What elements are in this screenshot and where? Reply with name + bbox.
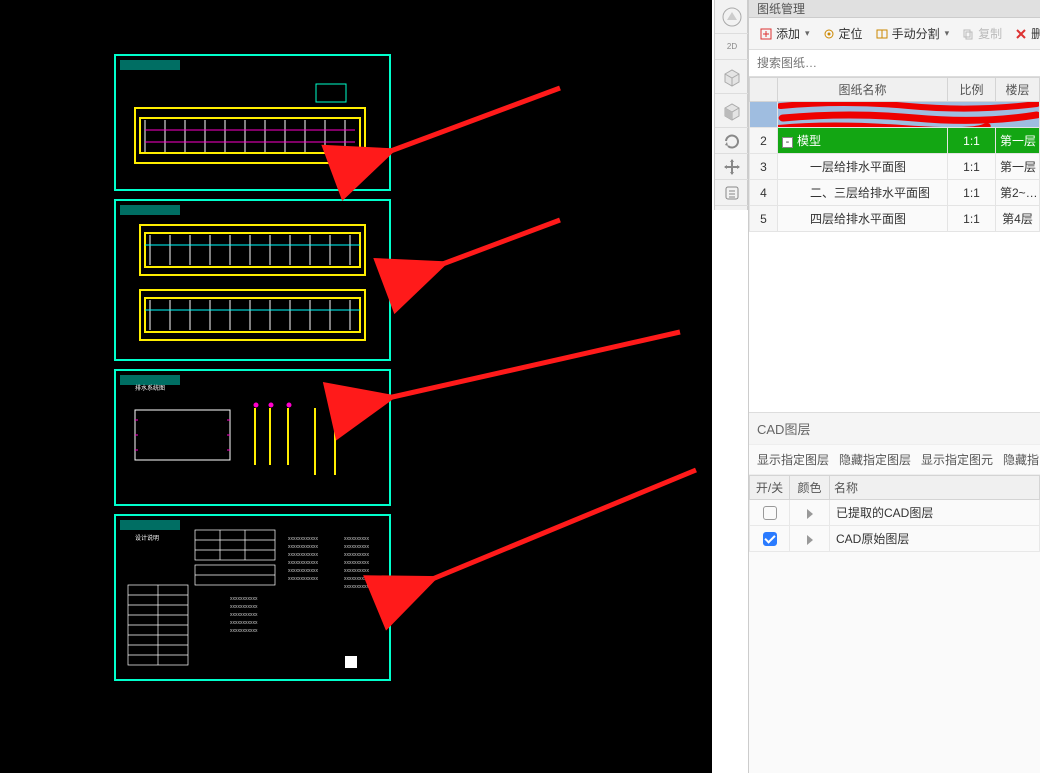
svg-text:xxxxxxxxxxx: xxxxxxxxxxx: [230, 628, 258, 634]
checkbox-icon[interactable]: [763, 506, 777, 520]
layer-panel-title: CAD图层: [749, 412, 1040, 445]
drawing-panel-title: 图纸管理: [749, 0, 1040, 18]
list-icon[interactable]: [715, 180, 749, 206]
svg-text:xxxxxxxxxxxx: xxxxxxxxxxxx: [288, 536, 319, 542]
table-row[interactable]: 3 一层给排水平面图 1:1 第一层: [750, 154, 1040, 180]
svg-text:xxxxxxxxxxx: xxxxxxxxxxx: [230, 620, 258, 626]
cube-top-icon[interactable]: [715, 60, 749, 94]
manual-split-button[interactable]: 手动分割 ▾: [871, 22, 954, 45]
layer-row[interactable]: CAD原始图层: [750, 526, 1040, 552]
search-input[interactable]: [749, 50, 1040, 76]
table-row[interactable]: [750, 102, 1040, 128]
col-drawing-name[interactable]: 图纸名称: [778, 78, 948, 102]
svg-text:xxxxxxxxxxx: xxxxxxxxxxx: [230, 596, 258, 602]
svg-text:xxxxxxxxxxx: xxxxxxxxxxx: [230, 604, 258, 610]
add-button[interactable]: 添加 ▾: [755, 22, 814, 45]
search-row: [749, 50, 1040, 77]
layer-table: 开/关 颜色 名称 已提取的CAD图层 CAD原始图层: [749, 475, 1040, 552]
cube-front-icon[interactable]: [715, 94, 749, 128]
drawings-table: 图纸名称 比例 楼层 2: [749, 77, 1040, 232]
show-layer-button[interactable]: 显示指定图层: [757, 451, 829, 468]
layer-name: CAD原始图层: [830, 526, 1040, 552]
svg-text:排水系统图: 排水系统图: [135, 384, 165, 392]
dropdown-caret-icon: ▾: [945, 28, 950, 39]
col-floor[interactable]: 楼层: [996, 78, 1040, 102]
svg-text:xxxxxxxxxx: xxxxxxxxxx: [344, 584, 370, 590]
copy-button[interactable]: 复制: [957, 22, 1006, 45]
row-ratio: 1:1: [948, 128, 996, 154]
row-index: 3: [750, 154, 778, 180]
delete-label: 删: [1031, 25, 1040, 42]
row-ratio: 1:1: [948, 180, 996, 206]
svg-text:xxxxxxxxxx: xxxxxxxxxx: [344, 560, 370, 566]
row-index: 4: [750, 180, 778, 206]
col-ratio[interactable]: 比例: [948, 78, 996, 102]
layer-row[interactable]: 已提取的CAD图层: [750, 500, 1040, 526]
viewcube-icon[interactable]: [715, 0, 749, 34]
view-2d-button[interactable]: 2D: [715, 34, 749, 60]
layer-color-icon[interactable]: [807, 509, 813, 519]
checkbox-icon[interactable]: [763, 532, 777, 546]
layer-col-name[interactable]: 名称: [830, 476, 1040, 500]
svg-text:xxxxxxxxxxxx: xxxxxxxxxxxx: [288, 552, 319, 558]
svg-text:xxxxxxxxxx: xxxxxxxxxx: [344, 552, 370, 558]
row-ratio: 1:1: [948, 154, 996, 180]
row-floor: 第一层: [996, 128, 1040, 154]
hide-layer-button[interactable]: 隐藏指定图层: [839, 451, 911, 468]
svg-text:xxxxxxxxxxxx: xxxxxxxxxxxx: [288, 576, 319, 582]
svg-text:xxxxxxxxxxx: xxxxxxxxxxx: [230, 612, 258, 618]
dropdown-caret-icon: ▾: [805, 28, 810, 39]
locate-label: 定位: [839, 25, 863, 42]
svg-text:xxxxxxxxxx: xxxxxxxxxx: [344, 576, 370, 582]
svg-text:xxxxxxxxxx: xxxxxxxxxx: [344, 568, 370, 574]
svg-text:xxxxxxxxxxxx: xxxxxxxxxxxx: [288, 560, 319, 566]
view-nav-toolbar: 2D: [714, 0, 748, 210]
col-index[interactable]: [750, 78, 778, 102]
svg-text:设计说明: 设计说明: [135, 534, 159, 542]
add-label: 添加: [776, 25, 800, 42]
show-entity-button[interactable]: 显示指定图元: [921, 451, 993, 468]
cad-canvas[interactable]: 排水系统图设计说明 xxxxxxxxxxxxxxxxxxxxxxxxxxxxxx…: [0, 0, 712, 773]
table-row[interactable]: 4 二、三层给排水平面图 1:1 第2~…: [750, 180, 1040, 206]
row-index: 2: [750, 128, 778, 154]
row-floor: 第一层: [996, 154, 1040, 180]
tree-collapse-icon[interactable]: -: [782, 137, 793, 148]
drawing-toolbar: 添加 ▾ 定位 手动分割 ▾ 复制 删: [749, 18, 1040, 50]
hide-entity-button[interactable]: 隐藏指: [1003, 451, 1039, 468]
layer-col-onoff[interactable]: 开/关: [750, 476, 790, 500]
delete-button[interactable]: 删: [1010, 22, 1040, 45]
orbit-icon[interactable]: [715, 128, 749, 154]
row-name: 模型: [797, 134, 821, 148]
row-name: 一层给排水平面图: [778, 154, 948, 180]
svg-text:xxxxxxxxxxxx: xxxxxxxxxxxx: [288, 544, 319, 550]
svg-text:xxxxxxxxxx: xxxxxxxxxx: [344, 544, 370, 550]
row-ratio: 1:1: [948, 206, 996, 232]
layer-col-color[interactable]: 颜色: [790, 476, 830, 500]
x-icon: [1014, 27, 1028, 41]
copy-icon: [961, 27, 975, 41]
target-icon: [822, 27, 836, 41]
cad-layer-panel: CAD图层 显示指定图层 隐藏指定图层 显示指定图元 隐藏指 开/关 颜色 名称: [749, 412, 1040, 552]
layer-color-icon[interactable]: [807, 535, 813, 545]
row-floor: 第2~…: [996, 180, 1040, 206]
table-row[interactable]: 5 四层给排水平面图 1:1 第4层: [750, 206, 1040, 232]
row-name: 二、三层给排水平面图: [778, 180, 948, 206]
row-floor: 第4层: [996, 206, 1040, 232]
row-index: 5: [750, 206, 778, 232]
svg-text:xxxxxxxxxx: xxxxxxxxxx: [344, 536, 370, 542]
plus-icon: [759, 27, 773, 41]
svg-text:xxxxxxxxxxxx: xxxxxxxxxxxx: [288, 568, 319, 574]
split-label: 手动分割: [892, 25, 940, 42]
scissors-icon: [875, 27, 889, 41]
layer-name: 已提取的CAD图层: [830, 500, 1040, 526]
pan-icon[interactable]: [715, 154, 749, 180]
copy-label: 复制: [978, 25, 1002, 42]
locate-button[interactable]: 定位: [818, 22, 867, 45]
table-row[interactable]: 2 -模型 1:1 第一层: [750, 128, 1040, 154]
row-name: 四层给排水平面图: [778, 206, 948, 232]
